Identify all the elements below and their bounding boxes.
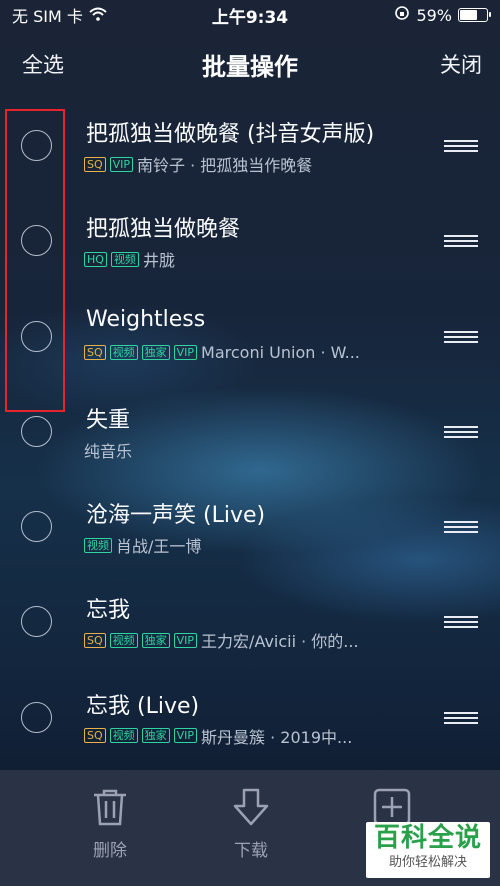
song-row[interactable]: Weightless SQ 视频 独家 VIP Marconi Union · W... <box>0 289 500 384</box>
song-meta: SQ 视频 独家 VIP 王力宏/Avicii · 你的... <box>84 628 359 652</box>
song-row[interactable]: 把孤独当做晚餐 (抖音女声版) SQ VIP 南铃子 · 把孤独当作晚餐 <box>0 98 500 193</box>
trash-icon <box>92 789 128 830</box>
drag-handle-icon[interactable] <box>444 140 478 152</box>
song-title: 忘我 (Live) <box>86 693 200 719</box>
drag-handle-icon[interactable] <box>444 235 478 248</box>
song-title: 沧海一声笑 (Live) <box>86 503 266 529</box>
quality-tag: VIP <box>109 156 134 172</box>
quality-tag: SQ <box>84 632 106 648</box>
download-icon <box>232 788 270 830</box>
delete-button[interactable]: 删除 <box>80 788 140 861</box>
select-checkbox[interactable] <box>21 511 52 543</box>
quality-tag: VIP <box>173 344 198 360</box>
drag-handle-line <box>444 235 478 238</box>
quality-tag: SQ <box>84 728 106 744</box>
song-title: 把孤独当做晚餐 <box>86 217 241 243</box>
drag-handle-icon[interactable] <box>444 330 478 343</box>
drag-handle-line <box>444 430 478 433</box>
quality-tag: VIP <box>173 632 198 648</box>
song-meta: 纯音乐 <box>84 438 132 462</box>
select-checkbox[interactable] <box>21 701 52 733</box>
carrier-label: 无 SIM 卡 <box>12 7 83 26</box>
drag-handle-icon[interactable] <box>444 616 478 629</box>
song-title: 把孤独当做晚餐 (抖音女声版) <box>86 122 375 147</box>
song-subtitle: 井胧 <box>142 251 175 271</box>
select-all-button[interactable]: 全选 <box>22 49 64 79</box>
drag-handle-line <box>444 716 478 719</box>
song-row[interactable]: 忘我 (Live) SQ 视频 独家 VIP 斯丹曼簇 · 2019中... <box>0 670 500 765</box>
drag-handle-icon[interactable] <box>444 425 478 438</box>
song-title: Weightless <box>86 306 206 332</box>
drag-handle-line <box>444 526 478 529</box>
quality-tag: 视频 <box>109 344 138 360</box>
download-button[interactable]: 下载 <box>221 788 281 861</box>
drag-handle-line <box>444 140 478 142</box>
drag-handle-line <box>444 531 478 534</box>
drag-handle-line <box>444 626 478 629</box>
quality-tag: 视频 <box>110 251 139 267</box>
download-label: 下载 <box>234 841 268 861</box>
song-subtitle: 斯丹曼簇 · 2019中... <box>201 727 353 747</box>
drag-handle-icon[interactable] <box>444 521 478 534</box>
select-checkbox[interactable] <box>21 606 52 638</box>
quality-tag: 独家 <box>141 728 170 744</box>
battery-icon <box>458 8 491 22</box>
drag-handle-line <box>444 435 478 438</box>
select-checkbox[interactable] <box>21 415 52 447</box>
song-meta: SQ 视频 独家 VIP 斯丹曼簇 · 2019中... <box>84 724 352 748</box>
watermark: 百科全说 助你轻松解决 <box>366 822 490 878</box>
watermark-sub: 助你轻松解决 <box>388 855 467 870</box>
song-row[interactable]: 把孤独当做晚餐 HQ 视频 井胧 <box>0 193 500 288</box>
nav-bar: 全选 批量操作 关闭 <box>0 30 500 98</box>
quality-tag: SQ <box>84 344 106 360</box>
drag-handle-line <box>444 721 478 724</box>
quality-tag: 独家 <box>141 344 170 360</box>
quality-tag: HQ <box>84 251 107 267</box>
drag-handle-line <box>444 150 478 152</box>
drag-handle-line <box>444 245 478 248</box>
wifi-icon <box>89 6 107 25</box>
drag-handle-line <box>444 340 478 343</box>
quality-tag: 视频 <box>84 537 112 553</box>
drag-handle-line <box>444 711 478 714</box>
battery-level <box>460 10 477 20</box>
delete-label: 删除 <box>93 841 127 861</box>
drag-handle-line <box>444 616 478 619</box>
drag-handle-line <box>444 521 478 524</box>
quality-tag: 视频 <box>109 632 138 648</box>
song-subtitle: Marconi Union · W... <box>201 342 360 362</box>
quality-tag: 独家 <box>141 632 170 648</box>
battery-percent: 59% <box>416 5 452 25</box>
song-meta: HQ 视频 井胧 <box>84 247 175 271</box>
song-subtitle: 肖战/王一博 <box>116 537 202 557</box>
song-meta: SQ 视频 独家 VIP Marconi Union · W... <box>84 343 360 362</box>
highlight-annotation <box>5 109 65 412</box>
song-row[interactable]: 沧海一声笑 (Live) 视频 肖战/王一博 <box>0 479 500 574</box>
status-bar: 无 SIM 卡 上午9:34 59% <box>0 0 500 30</box>
quality-tag: 视频 <box>109 728 138 744</box>
song-list: 把孤独当做晚餐 (抖音女声版) SQ VIP 南铃子 · 把孤独当作晚餐 把孤独当做晚餐… <box>0 98 500 765</box>
watermark-main: 百科全说 <box>373 823 482 853</box>
rotation-lock-icon <box>394 5 410 25</box>
drag-handle-line <box>444 145 478 147</box>
song-subtitle: 王力宏/Avicii · 你的... <box>201 632 359 652</box>
song-meta: SQ VIP 南铃子 · 把孤独当作晚餐 <box>84 152 312 176</box>
song-meta: 视频 肖战/王一博 <box>84 533 201 557</box>
drag-handle-line <box>444 240 478 243</box>
song-row[interactable]: 失重 纯音乐 <box>0 384 500 479</box>
song-subtitle: 南铃子 · 把孤独当作晚餐 <box>137 156 313 175</box>
quality-tag: SQ <box>84 156 106 172</box>
drag-handle-icon[interactable] <box>444 711 478 724</box>
song-title: 失重 <box>86 407 131 433</box>
drag-handle-line <box>444 621 478 624</box>
song-row[interactable]: 忘我 SQ 视频 独家 VIP 王力宏/Avicii · 你的... <box>0 574 500 669</box>
close-button[interactable]: 关闭 <box>440 49 482 79</box>
quality-tag: VIP <box>173 728 198 744</box>
song-subtitle: 纯音乐 <box>84 441 133 461</box>
drag-handle-line <box>444 425 478 428</box>
drag-handle-line <box>444 335 478 338</box>
drag-handle-line <box>444 330 478 333</box>
song-title: 忘我 <box>86 598 131 624</box>
page-title: 批量操作 <box>202 52 298 81</box>
